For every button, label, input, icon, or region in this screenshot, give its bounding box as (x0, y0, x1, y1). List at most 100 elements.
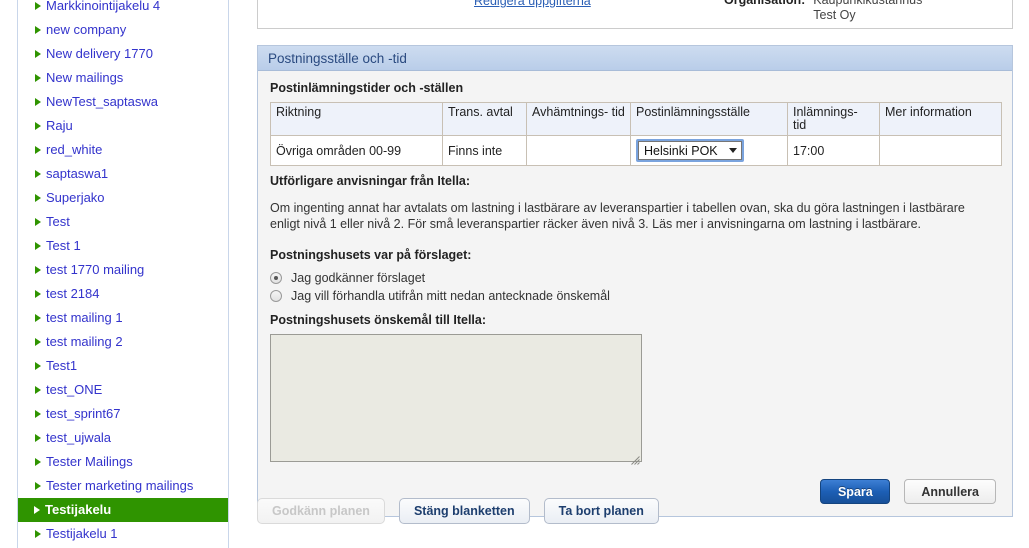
sidebar-item-label: test 2184 (46, 286, 100, 301)
sidebar-item-test-one[interactable]: test_ONE (18, 378, 228, 402)
sidebar-item-red-white[interactable]: red_white (18, 138, 228, 162)
column-header-riktning: Riktning (270, 102, 443, 136)
radio-negotiate-icon[interactable] (270, 289, 282, 302)
cell-trans-avtal: Finns inte (442, 135, 527, 166)
cell-avhamtningstid (526, 135, 631, 166)
wishes-label: Postningshusets önskemål till Itella: (270, 313, 487, 327)
sidebar-item-test-2184[interactable]: test 2184 (18, 282, 228, 306)
sidebar-item-new-mailings[interactable]: New mailings (18, 66, 228, 90)
cell-riktning: Övriga områden 00-99 (270, 135, 443, 166)
sidebar-item-label: red_white (46, 142, 103, 157)
sidebar-item-testijakelu[interactable]: Testijakelu (18, 498, 228, 522)
radio-option-negotiate[interactable]: Jag vill förhandla utifrån mitt nedan an… (270, 287, 1000, 304)
triangle-right-icon (35, 74, 41, 82)
sidebar-item-test-1[interactable]: Test 1 (18, 234, 228, 258)
sidebar-item-test-sprint67[interactable]: test_sprint67 (18, 402, 228, 426)
sidebar-item-tester-mailings[interactable]: Tester Mailings (18, 450, 228, 474)
triangle-right-icon (35, 218, 41, 226)
sidebar-item-raju[interactable]: Raju (18, 114, 228, 138)
radio-option-accept[interactable]: Jag godkänner förslaget (270, 269, 1000, 286)
main-content: Redigera uppgifterna Organisation: Kaupu… (257, 0, 1013, 524)
sidebar-item-label: Testijakelu 1 (46, 526, 118, 541)
triangle-right-icon (35, 266, 41, 274)
sidebar-item-newtest-saptaswa[interactable]: NewTest_saptaswa (18, 90, 228, 114)
delete-plan-button[interactable]: Ta bort planen (543, 498, 659, 524)
triangle-right-icon (35, 170, 41, 178)
sidebar-item-markkinointijakelu-4[interactable]: Markkinointijakelu 4 (18, 0, 228, 18)
sidebar-item-label: test 1770 mailing (46, 262, 145, 277)
edit-details-link[interactable]: Redigera uppgifterna (474, 0, 591, 8)
sidebar-item-test[interactable]: Test (18, 210, 228, 234)
sidebar-item-label: Testijakelu (45, 502, 112, 517)
sidebar-item-test-mailing-1[interactable]: test mailing 1 (18, 306, 228, 330)
close-form-button[interactable]: Stäng blanketten (398, 498, 530, 524)
sidebar-item-label: test_sprint67 (46, 406, 121, 421)
column-header-postinlamningsstalle: Postinlämningsställe (630, 102, 788, 136)
triangle-right-icon (35, 146, 41, 154)
sidebar-item-tester-marketing-mailings[interactable]: Tester marketing mailings (18, 474, 228, 498)
sidebar-item-test-mailing-2[interactable]: test mailing 2 (18, 330, 228, 354)
sidebar-item-label: test_ONE (46, 382, 103, 397)
sidebar-item-testijakelu-1[interactable]: Testijakelu 1 (18, 522, 228, 546)
panel-body: Postinlämningstider och -ställen Riktnin… (258, 71, 1012, 516)
posting-place-select-focus-ring: Helsinki POK (636, 139, 744, 162)
save-button[interactable]: Spara (820, 479, 891, 504)
app-root: Markkinointijakelu 4 new company New deliv… (0, 0, 1029, 548)
info-box: Redigera uppgifterna Organisation: Kaupu… (257, 0, 1013, 29)
sidebar-item-superjako[interactable]: Superjako (18, 186, 228, 210)
sidebar-item-new-company[interactable]: new company (18, 18, 228, 42)
sidebar-item-label: Test (46, 214, 70, 229)
wishes-textarea-wrapper (270, 327, 642, 467)
posting-place-panel: Postningsställe och -tid Postinlämningst… (257, 45, 1013, 517)
sidebar-item-label: New mailings (46, 70, 124, 85)
table-caption: Postinlämningstider och -ställen (270, 81, 464, 95)
sidebar-item-saptaswa1[interactable]: saptaswa1 (18, 162, 228, 186)
organisation-info: Organisation: Kaupunkikustannus Test Oy (724, 0, 1002, 23)
triangle-right-icon (35, 50, 41, 58)
posting-place-select-value: Helsinki POK (644, 143, 718, 158)
organisation-value: Kaupunkikustannus Test Oy (813, 0, 923, 22)
triangle-right-icon (35, 482, 41, 490)
sidebar-item-label: new company (46, 22, 127, 37)
sidebar-item-label: test mailing 1 (46, 310, 123, 325)
table-row: Övriga områden 00-99 Finns inte Helsinki… (270, 135, 1002, 166)
instructions-body: Om ingenting annat har avtalats om lastn… (270, 201, 965, 231)
sidebar-item-new-delivery-1770[interactable]: New delivery 1770 (18, 42, 228, 66)
sidebar-item-label: Superjako (46, 190, 105, 205)
approve-plan-button[interactable]: Godkänn planen (257, 498, 385, 524)
posting-times-table: Riktning Trans. avtal Avhämtnings- tid P… (270, 102, 1002, 166)
sidebar-item-label: Tester Mailings (46, 454, 133, 469)
triangle-right-icon (35, 386, 41, 394)
triangle-right-icon (34, 506, 40, 514)
sidebar-item-label: New delivery 1770 (46, 46, 153, 61)
radio-negotiate-label: Jag vill förhandla utifrån mitt nedan an… (291, 288, 610, 303)
chevron-down-icon (729, 148, 737, 153)
triangle-right-icon (35, 242, 41, 250)
triangle-right-icon (35, 314, 41, 322)
wishes-textarea[interactable] (270, 334, 642, 462)
sidebar-item-test-1770-mailing[interactable]: test 1770 mailing (18, 258, 228, 282)
proposal-radio-group: Jag godkänner förslaget Jag vill förhand… (270, 269, 1000, 304)
column-header-trans-avtal: Trans. avtal (442, 102, 527, 136)
proposal-label: Postningshusets var på förslaget: (270, 248, 472, 262)
panel-title: Postningsställe och -tid (268, 50, 407, 66)
sidebar-item-label: Markkinointijakelu 4 (46, 0, 161, 13)
organisation-label: Organisation: (724, 0, 806, 7)
triangle-right-icon (35, 410, 41, 418)
sidebar-item-test1[interactable]: Test1 (18, 354, 228, 378)
sidebar-item-label: NewTest_saptaswa (46, 94, 158, 109)
triangle-right-icon (35, 290, 41, 298)
sidebar-item-label: test mailing 2 (46, 334, 123, 349)
triangle-right-icon (35, 26, 41, 34)
cell-mer-information (879, 135, 1002, 166)
sidebar-navigation: Markkinointijakelu 4 new company New deliv… (17, 0, 229, 548)
sidebar-item-test-ujwala[interactable]: test_ujwala (18, 426, 228, 450)
cell-postinlamningsstalle: Helsinki POK (630, 135, 788, 166)
column-header-mer-information: Mer information (879, 102, 1002, 136)
cell-inlamningstid: 17:00 (787, 135, 880, 166)
radio-accept-icon[interactable] (270, 271, 282, 284)
bottom-action-buttons: Godkänn planen Stäng blanketten Ta bort … (257, 498, 673, 524)
posting-place-select[interactable]: Helsinki POK (638, 141, 742, 160)
table-header-row: Riktning Trans. avtal Avhämtnings- tid P… (270, 102, 1002, 136)
cancel-button[interactable]: Annullera (904, 479, 996, 504)
